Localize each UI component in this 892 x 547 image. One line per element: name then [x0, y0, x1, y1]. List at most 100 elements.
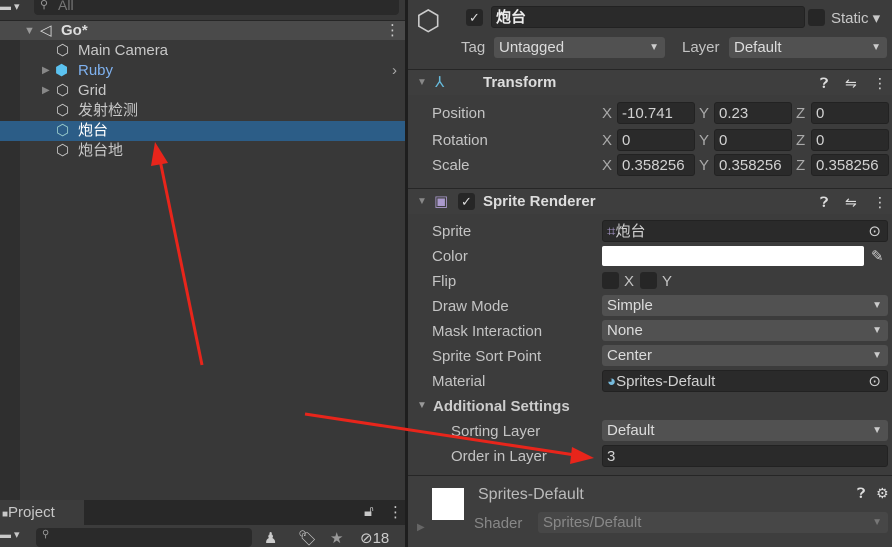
project-search[interactable]: ⚲: [36, 528, 252, 547]
expand-arrow-icon[interactable]: ▶: [42, 61, 50, 81]
layer-value: Default: [734, 39, 782, 56]
rotation-z-input[interactable]: 0: [811, 129, 889, 151]
scale-x-input[interactable]: 0.358256: [617, 154, 695, 176]
sprite-label: Sprite: [432, 223, 472, 240]
axis-label-z[interactable]: Z: [796, 105, 805, 122]
axis-label-x[interactable]: X: [602, 105, 612, 122]
axis-label-x[interactable]: X: [602, 132, 612, 149]
item-label: 炮台地: [78, 142, 124, 159]
help-icon[interactable]: ❓︎: [820, 70, 828, 96]
item-label: Main Camera: [78, 42, 169, 59]
hidden-packages-icon[interactable]: ⊘18: [360, 529, 389, 547]
active-checkbox[interactable]: ✓: [466, 9, 483, 26]
scene-header[interactable]: ▼ ◁ Go* ⋮: [0, 20, 405, 40]
object-picker-icon[interactable]: ⊙: [868, 371, 881, 393]
tab-project[interactable]: ■Project: [0, 500, 84, 525]
object-name-input[interactable]: 炮台: [491, 6, 805, 28]
more-options-icon[interactable]: ⋮: [388, 503, 403, 521]
object-picker-icon[interactable]: ⊙: [868, 221, 881, 243]
shader-dropdown[interactable]: Sprites/Default ▼: [538, 512, 888, 533]
expand-arrow-icon[interactable]: ▶: [42, 81, 50, 101]
axis-label-z[interactable]: Z: [796, 132, 805, 149]
position-x-input[interactable]: -10.741: [617, 102, 695, 124]
filter-by-label-icon[interactable]: 🏷︎: [298, 529, 317, 547]
hierarchy-item-selected[interactable]: ⬡ 炮台: [0, 121, 405, 141]
flip-x-label: X: [624, 273, 635, 290]
lock-icon[interactable]: 🔓︎: [364, 503, 374, 520]
additional-settings-foldout[interactable]: Additional Settings: [433, 398, 570, 415]
sorting-layer-dropdown[interactable]: Default ▼: [602, 420, 888, 441]
hierarchy-item[interactable]: ▶ ⬢ Ruby ›: [0, 61, 405, 81]
inspector-panel: ⬡ ✓ 炮台 Static ▾ Tag Untagged ▼ Layer Defa…: [408, 0, 892, 547]
flip-x-checkbox[interactable]: [602, 272, 619, 289]
gameobject-cube-icon[interactable]: ⬡: [416, 4, 440, 37]
order-in-layer-input[interactable]: 3: [602, 445, 888, 467]
color-swatch[interactable]: [602, 246, 864, 266]
unity-scene-icon: ◁: [40, 22, 52, 39]
eyedropper-icon[interactable]: ✎: [871, 247, 884, 265]
layer-dropdown[interactable]: Default ▼: [729, 37, 887, 58]
material-preview: [432, 488, 464, 520]
create-dropdown[interactable]: ▬ ▾: [0, 528, 20, 541]
tag-dropdown[interactable]: Untagged ▼: [494, 37, 665, 58]
more-options-icon[interactable]: ⋮: [873, 189, 887, 215]
axis-label-y[interactable]: Y: [699, 157, 709, 174]
component-title: Transform: [483, 74, 557, 91]
tag-label: Tag: [461, 39, 486, 56]
foldout-arrow-icon[interactable]: ▼: [417, 189, 427, 215]
enabled-checkbox[interactable]: ✓: [458, 193, 475, 210]
collapse-arrow-icon[interactable]: ▼: [24, 21, 35, 41]
mask-interaction-dropdown[interactable]: None ▼: [602, 320, 888, 341]
create-dropdown[interactable]: ▬ ▾: [0, 0, 20, 13]
transform-row-label: Position: [432, 105, 486, 122]
draw-mode-dropdown[interactable]: Simple ▼: [602, 295, 888, 316]
settings-gear-icon[interactable]: ⚙: [876, 485, 889, 502]
static-dropdown[interactable]: Static ▾: [831, 9, 880, 27]
transform-row-label: Rotation: [432, 132, 488, 149]
foldout-arrow-icon[interactable]: ▶: [417, 522, 425, 533]
axis-label-z[interactable]: Z: [796, 157, 805, 174]
material-field[interactable]: ◕Sprites-Default ⊙: [602, 370, 888, 392]
position-z-input[interactable]: 0: [811, 102, 889, 124]
more-options-icon[interactable]: ⋮: [873, 70, 887, 96]
hierarchy-item[interactable]: ⬡ 发射检测: [0, 101, 405, 121]
filter-by-type-icon[interactable]: ♟: [264, 529, 277, 547]
transform-header[interactable]: ▼ ⅄ Transform ❓︎ ⇋ ⋮: [408, 69, 892, 95]
hidden-count: 18: [372, 530, 390, 547]
item-label: Ruby: [78, 62, 114, 79]
axis-label-y[interactable]: Y: [699, 105, 709, 122]
sort-point-label: Sprite Sort Point: [432, 348, 542, 365]
chevron-right-icon[interactable]: ›: [392, 61, 397, 81]
more-options-icon[interactable]: ⋮: [385, 21, 400, 41]
flip-y-checkbox[interactable]: [640, 272, 657, 289]
material-label: Material: [432, 373, 486, 390]
order-in-layer-label: Order in Layer: [451, 448, 547, 465]
help-icon[interactable]: ❓︎: [820, 189, 828, 215]
presets-icon[interactable]: ⇋: [845, 189, 857, 215]
hierarchy-item[interactable]: ▶ ⬡ Grid: [0, 81, 405, 101]
axis-label-x[interactable]: X: [602, 157, 612, 174]
axis-label-y[interactable]: Y: [699, 132, 709, 149]
position-y-input[interactable]: 0.23: [714, 102, 792, 124]
rotation-y-input[interactable]: 0: [714, 129, 792, 151]
sort-point-dropdown[interactable]: Center ▼: [602, 345, 888, 366]
favorites-star-icon[interactable]: ★: [330, 529, 343, 547]
draw-mode-value: Simple: [607, 297, 653, 314]
static-checkbox[interactable]: [808, 9, 825, 26]
help-icon[interactable]: ❓︎: [857, 485, 865, 502]
hierarchy-item[interactable]: ⬡ Main Camera: [0, 41, 405, 61]
hierarchy-item[interactable]: ⬡ 炮台地: [0, 141, 405, 161]
sprite-field[interactable]: ⌗炮台 ⊙: [602, 220, 888, 242]
sprite-renderer-icon: ▣: [434, 193, 449, 210]
foldout-arrow-icon[interactable]: ▼: [417, 400, 427, 411]
scale-y-input[interactable]: 0.358256: [714, 154, 792, 176]
sprite-renderer-header[interactable]: ▼ ▣ ✓ Sprite Renderer ❓︎ ⇋ ⋮: [408, 188, 892, 214]
rotation-x-input[interactable]: 0: [617, 129, 695, 151]
flip-y-label: Y: [662, 273, 673, 290]
foldout-arrow-icon[interactable]: ▼: [417, 70, 427, 96]
scale-z-input[interactable]: 0.358256: [811, 154, 889, 176]
presets-icon[interactable]: ⇋: [845, 70, 857, 96]
scene-name: Go*: [61, 22, 88, 39]
draw-mode-label: Draw Mode: [432, 298, 509, 315]
hierarchy-search[interactable]: ⚲ All: [34, 0, 399, 15]
